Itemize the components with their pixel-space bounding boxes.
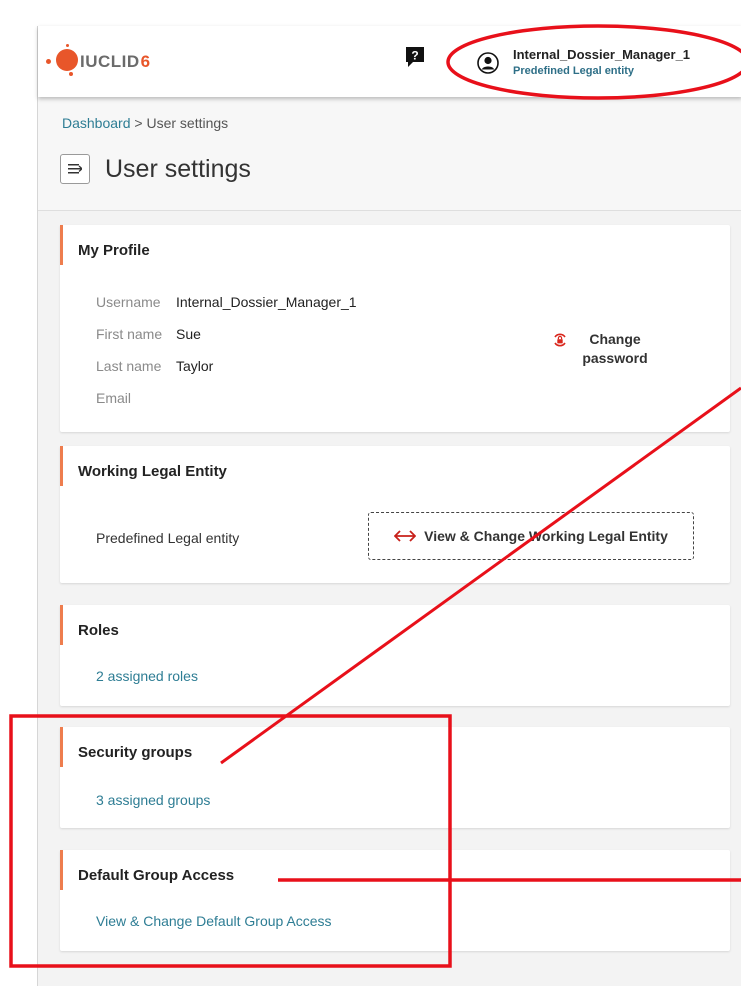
breadcrumb-separator: > (134, 115, 143, 131)
view-change-working-legal-entity-label: View & Change Working Legal Entity (424, 528, 668, 544)
top-bar: IUCLID6 ? Internal_Dossier_Manager_1 Pre… (38, 26, 741, 97)
user-avatar-icon (477, 52, 499, 74)
card-accent (60, 850, 63, 890)
change-password-label: Change password (582, 331, 648, 366)
profile-field-first-name: First name Sue (96, 326, 201, 342)
assigned-groups-link[interactable]: 3 assigned groups (96, 792, 210, 808)
card-accent (60, 727, 63, 767)
my-profile-title: My Profile (78, 242, 150, 259)
profile-field-last-name: Last name Taylor (96, 358, 214, 374)
roles-card: Roles 2 assigned roles (60, 605, 730, 706)
view-change-working-legal-entity-button[interactable]: View & Change Working Legal Entity (368, 512, 694, 560)
user-menu[interactable]: Internal_Dossier_Manager_1 Predefined Le… (477, 45, 690, 81)
header-divider (38, 210, 741, 211)
working-legal-entity-name: Predefined Legal entity (96, 530, 240, 546)
breadcrumb-current: User settings (146, 115, 229, 131)
logo-mark-icon (46, 44, 80, 77)
menu-toggle-icon (68, 164, 82, 174)
logo-text: IUCLID6 (80, 52, 151, 71)
lock-refresh-icon (554, 333, 566, 347)
working-legal-entity-title: Working Legal Entity (78, 463, 227, 480)
default-group-access-card: Default Group Access View & Change Defau… (60, 850, 730, 951)
svg-text:?: ? (411, 49, 418, 63)
my-profile-card: My Profile Username Internal_Dossier_Mana… (60, 225, 730, 432)
security-groups-title: Security groups (78, 744, 193, 761)
assigned-roles-link[interactable]: 2 assigned roles (96, 668, 198, 684)
breadcrumb-dashboard-link[interactable]: Dashboard (62, 115, 131, 131)
working-legal-entity-card: Working Legal Entity Predefined Legal en… (60, 446, 730, 583)
profile-fields: Username Internal_Dossier_Manager_1 First… (96, 291, 357, 419)
help-bubble-icon[interactable]: ? (404, 46, 426, 68)
page-title: User settings (105, 154, 251, 183)
card-accent (60, 225, 63, 265)
change-password-button[interactable]: Change password (552, 330, 652, 368)
app-window: IUCLID6 ? Internal_Dossier_Manager_1 Pre… (37, 26, 741, 986)
menu-toggle-button[interactable] (60, 154, 90, 184)
profile-field-username: Username Internal_Dossier_Manager_1 (96, 294, 357, 310)
card-accent (60, 605, 63, 645)
breadcrumb: Dashboard > User settings (62, 115, 228, 131)
iuclid-logo[interactable]: IUCLID6 (46, 44, 151, 77)
default-group-access-title: Default Group Access (78, 867, 235, 884)
view-change-default-group-access-link[interactable]: View & Change Default Group Access (96, 913, 332, 929)
user-name: Internal_Dossier_Manager_1 (513, 47, 691, 62)
card-accent (60, 446, 63, 486)
profile-field-email: Email (96, 390, 132, 406)
swap-arrows-icon (394, 530, 417, 542)
roles-title: Roles (78, 622, 119, 639)
user-legal-entity: Predefined Legal entity (513, 65, 635, 77)
security-groups-card: Security groups 3 assigned groups (60, 727, 730, 828)
